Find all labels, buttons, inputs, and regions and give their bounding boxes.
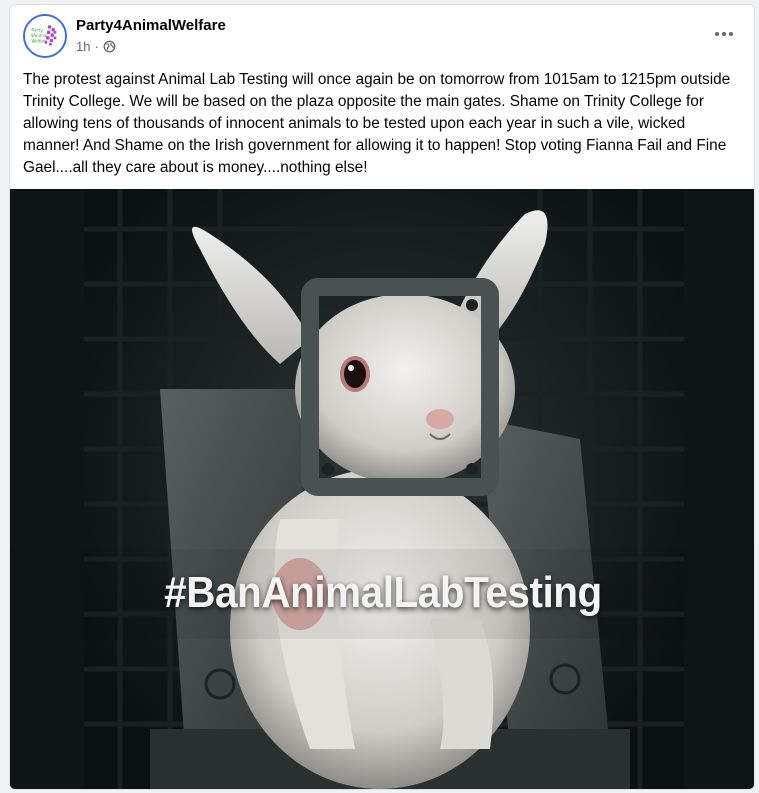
post-meta: 1h ·: [76, 39, 116, 54]
page-name-link[interactable]: Party4AnimalWelfare: [76, 17, 226, 34]
svg-text:4Animal: 4Animal: [30, 33, 47, 38]
more-options-icon[interactable]: [710, 22, 738, 46]
post-timestamp[interactable]: 1h: [76, 39, 90, 54]
post-body-text: The protest against Animal Lab Testing w…: [23, 71, 731, 176]
post-header: Party 4Animal Welfare Party4AnimalWelfar…: [10, 5, 754, 67]
globe-icon[interactable]: [103, 40, 116, 53]
post-card: Party 4Animal Welfare Party4AnimalWelfar…: [9, 4, 755, 790]
rabbit-in-restraint-image: [10, 189, 754, 789]
meta-separator: ·: [94, 39, 99, 54]
svg-text:Welfare: Welfare: [31, 38, 47, 43]
image-overlay-hashtag: #BanAnimalLabTesting: [164, 568, 602, 617]
avatar-logo-icon: Party 4Animal Welfare: [25, 16, 65, 56]
post-image[interactable]: #BanAnimalLabTesting: [10, 189, 754, 789]
page-avatar[interactable]: Party 4Animal Welfare: [23, 14, 67, 58]
